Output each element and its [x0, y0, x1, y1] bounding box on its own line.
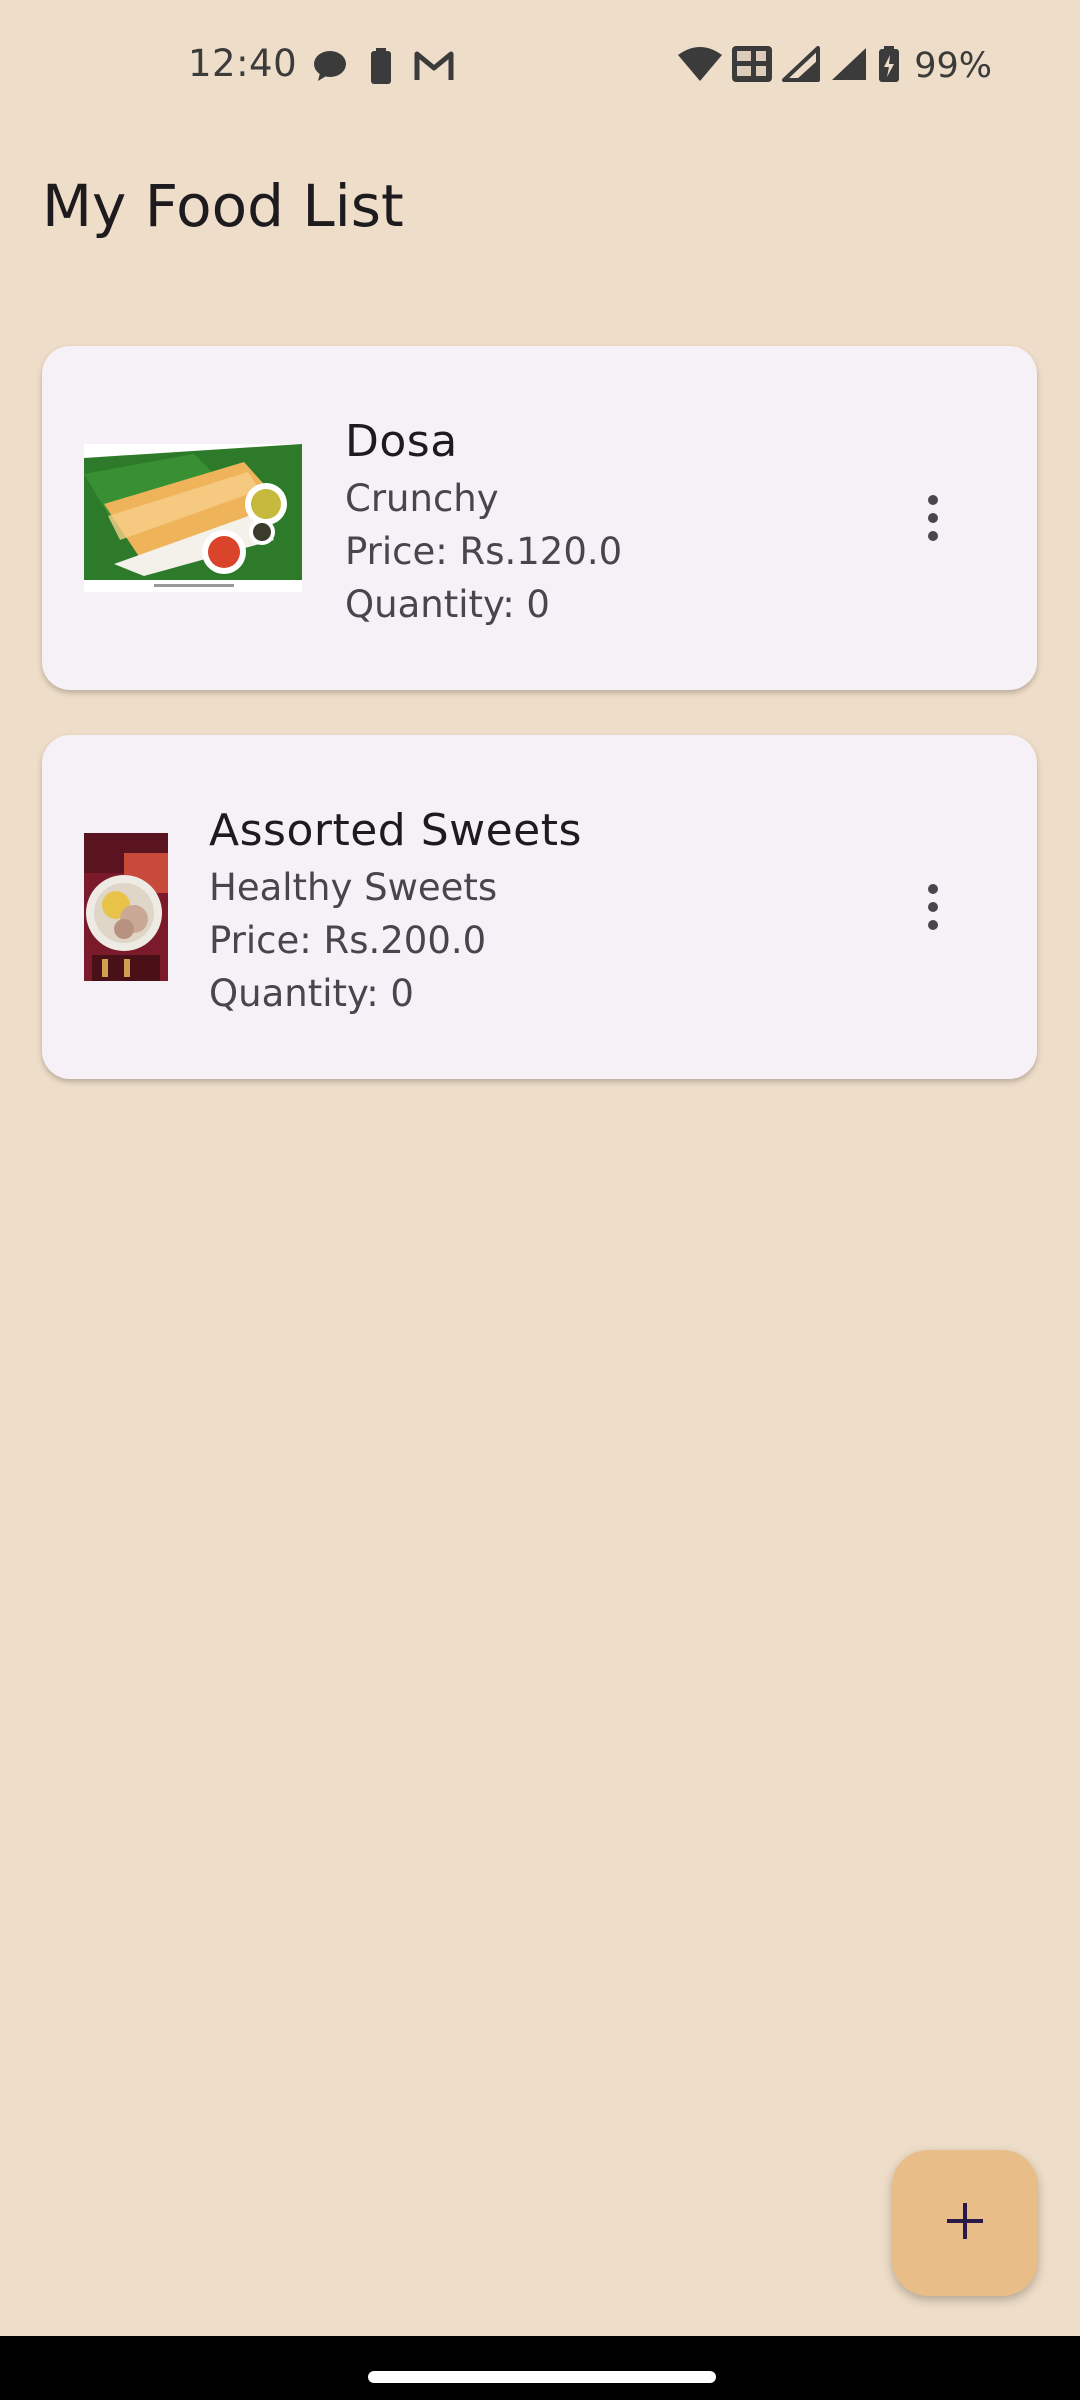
gmail-icon [414, 50, 454, 86]
signal-icon [830, 46, 868, 86]
food-name: Dosa [345, 416, 458, 467]
battery-percent: 99% [914, 46, 992, 86]
more-options-button[interactable] [903, 478, 963, 558]
status-time: 12:40 [188, 42, 298, 85]
status-bar: 12:40 99% [0, 0, 1080, 136]
status-right-icons: 99% [678, 46, 992, 86]
volte-icon [732, 46, 773, 86]
signal-icon [782, 46, 821, 86]
page-title: My Food List [42, 172, 404, 240]
plus-icon [945, 2201, 985, 2245]
food-price: Price: Rs.200.0 [209, 919, 487, 962]
more-vert-icon [928, 884, 938, 894]
battery-saver-icon [370, 48, 392, 88]
battery-charging-icon [878, 46, 900, 86]
wifi-icon [678, 47, 723, 85]
food-card[interactable]: Assorted Sweets Healthy Sweets Price: Rs… [42, 735, 1037, 1079]
food-quantity: Quantity: 0 [345, 583, 550, 626]
food-text-block: Dosa Crunchy Price: Rs.120.0 Quantity: 0 [345, 412, 622, 631]
status-left-icons [312, 48, 454, 88]
more-vert-icon [928, 920, 938, 930]
food-card[interactable]: Dosa Crunchy Price: Rs.120.0 Quantity: 0 [42, 346, 1037, 690]
food-image-dosa [84, 444, 302, 592]
food-description: Healthy Sweets [209, 866, 498, 909]
food-name: Assorted Sweets [209, 805, 582, 856]
more-vert-icon [928, 495, 938, 505]
food-description: Crunchy [345, 477, 499, 520]
food-quantity: Quantity: 0 [209, 972, 414, 1015]
food-image-assorted-sweets [84, 833, 168, 981]
more-vert-icon [928, 902, 938, 912]
more-vert-icon [928, 531, 938, 541]
navigation-bar [0, 2336, 1080, 2400]
more-vert-icon [928, 513, 938, 523]
more-options-button[interactable] [903, 867, 963, 947]
food-text-block: Assorted Sweets Healthy Sweets Price: Rs… [209, 801, 582, 1020]
food-price: Price: Rs.120.0 [345, 530, 623, 573]
chat-bubble-icon [312, 49, 348, 87]
add-food-button[interactable] [892, 2150, 1038, 2296]
home-gesture-handle[interactable] [368, 2371, 716, 2383]
